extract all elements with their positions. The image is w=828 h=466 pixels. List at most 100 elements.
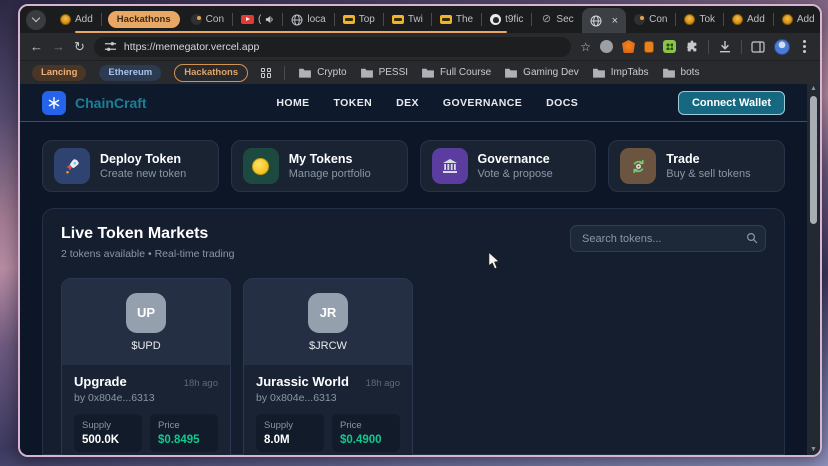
- bookmark-group-ethereum[interactable]: Ethereum: [99, 65, 161, 81]
- tab-separator: [334, 13, 335, 26]
- profile-avatar[interactable]: [774, 39, 790, 55]
- action-title: Governance: [478, 152, 553, 166]
- browser-tab[interactable]: (: [236, 9, 279, 31]
- browser-tab[interactable]: Twi: [387, 9, 428, 31]
- my-tokens-card[interactable]: My Tokens Manage portfolio: [231, 140, 408, 192]
- site-info-icon[interactable]: [104, 40, 117, 53]
- coin-icon: [243, 148, 279, 184]
- gray-extension-icon: [600, 40, 613, 53]
- gold-crest-favicon: [732, 14, 743, 25]
- nav-dex[interactable]: DEX: [396, 97, 419, 109]
- nav-token[interactable]: TOKEN: [334, 97, 373, 109]
- folder-icon: [360, 67, 374, 78]
- exchange-icon: [620, 148, 656, 184]
- toolbar-divider: [741, 40, 742, 54]
- folder-icon: [592, 67, 606, 78]
- token-name: Jurassic World: [256, 374, 349, 389]
- extension-icon[interactable]: [644, 41, 654, 53]
- deploy-token-card[interactable]: Deploy Token Create new token: [42, 140, 219, 192]
- tab-separator: [383, 13, 384, 26]
- trade-card[interactable]: Trade Buy & sell tokens: [608, 140, 785, 192]
- site-header: ChainCraft HOME TOKEN DEX GOVERNANCE DOC…: [20, 84, 807, 122]
- apps-grid-icon[interactable]: [261, 68, 271, 78]
- address-bar[interactable]: https://memegator.vercel.app: [94, 37, 571, 57]
- tab-separator: [282, 13, 283, 26]
- markets-title: Live Token Markets: [61, 225, 235, 243]
- token-name: Upgrade: [74, 374, 127, 389]
- page-scrollbar[interactable]: ▲ ▼: [807, 84, 820, 455]
- folder-icon: [421, 67, 435, 78]
- browser-window: Add Hackathons Con ( loca To: [18, 4, 822, 457]
- bookmark-group-lancing[interactable]: Lancing: [32, 65, 86, 81]
- browser-tab[interactable]: Top: [338, 9, 380, 31]
- governance-card[interactable]: Governance Vote & propose: [420, 140, 597, 192]
- fox-icon: [622, 40, 635, 53]
- browser-tab[interactable]: ⊘ Sec: [535, 9, 578, 31]
- tab-search-button[interactable]: [26, 10, 46, 30]
- bookmarks-bar: Lancing Ethereum Hackathons Crypto PESSI…: [20, 60, 820, 84]
- folder-icon: [504, 67, 518, 78]
- browser-tab[interactable]: loca: [286, 9, 330, 31]
- bookmark-folder-pessi[interactable]: PESSI: [360, 67, 408, 78]
- nav-governance[interactable]: GOVERNANCE: [443, 97, 522, 109]
- active-tab[interactable]: ×: [582, 8, 626, 33]
- tab-separator: [531, 13, 532, 26]
- bookmark-folder-full-course[interactable]: Full Course: [421, 67, 491, 78]
- extension-icon[interactable]: [600, 40, 613, 53]
- scroll-up-icon[interactable]: ▲: [810, 84, 817, 94]
- gold-crest-favicon: [60, 14, 71, 25]
- nav-home[interactable]: HOME: [276, 97, 309, 109]
- brand-name[interactable]: ChainCraft: [75, 95, 147, 111]
- bookmark-folder-gaming-dev[interactable]: Gaming Dev: [504, 67, 579, 78]
- chevron-down-icon: [32, 14, 40, 22]
- token-creator: by 0x804e...6313: [74, 392, 218, 404]
- browser-menu-icon[interactable]: [803, 45, 806, 48]
- token-avatar: JR: [308, 293, 348, 333]
- reload-icon[interactable]: ↻: [74, 40, 85, 53]
- action-title: My Tokens: [289, 152, 371, 166]
- downloads-icon[interactable]: [718, 40, 732, 54]
- action-title: Deploy Token: [100, 152, 186, 166]
- tab-separator: [675, 13, 676, 26]
- scrollbar-thumb[interactable]: [810, 96, 817, 224]
- metamask-icon[interactable]: [622, 40, 635, 53]
- bookmark-folder-crypto[interactable]: Crypto: [298, 67, 346, 78]
- forward-icon[interactable]: →: [52, 40, 65, 53]
- site-nav: HOME TOKEN DEX GOVERNANCE DOCS: [246, 97, 578, 109]
- bookmark-group-hackathons[interactable]: Hackathons: [174, 64, 248, 82]
- browser-tab[interactable]: Add: [727, 9, 770, 31]
- tab-group-label[interactable]: Hackathons: [108, 11, 180, 28]
- token-avatar: UP: [126, 293, 166, 333]
- extensions-puzzle-icon[interactable]: [685, 40, 699, 54]
- close-tab-icon[interactable]: ×: [612, 15, 618, 27]
- browser-tab[interactable]: Add: [777, 9, 820, 31]
- browser-tab[interactable]: Add: [55, 9, 98, 31]
- action-title: Trade: [666, 152, 750, 166]
- tab-separator: [723, 13, 724, 26]
- bookmark-folder-bots[interactable]: bots: [662, 67, 700, 78]
- browser-tab[interactable]: Con: [629, 9, 672, 31]
- extension-icon[interactable]: [663, 40, 676, 53]
- side-panel-icon[interactable]: [751, 40, 765, 54]
- browser-tab[interactable]: Tok: [679, 9, 720, 31]
- browser-toolbar: ← → ↻ https://memegator.vercel.app ☆: [20, 33, 820, 60]
- chaincraft-logo-icon[interactable]: [42, 91, 66, 115]
- token-age: 18h ago: [366, 378, 400, 389]
- nav-docs[interactable]: DOCS: [546, 97, 578, 109]
- back-icon[interactable]: ←: [30, 40, 43, 53]
- browser-tab[interactable]: The: [435, 9, 478, 31]
- connect-wallet-button[interactable]: Connect Wallet: [678, 91, 785, 115]
- supply-stat: Supply 500.0K: [74, 414, 142, 452]
- rocket-icon: [54, 148, 90, 184]
- scroll-down-icon[interactable]: ▼: [810, 445, 817, 455]
- bookmark-star-icon[interactable]: ☆: [580, 40, 591, 54]
- token-ticker: $UPD: [131, 340, 160, 352]
- audio-speaker-icon: [265, 15, 274, 24]
- bookmark-folder-imptabs[interactable]: ImpTabs: [592, 67, 649, 78]
- browser-tab[interactable]: Con: [186, 9, 229, 31]
- search-tokens-input[interactable]: [570, 225, 766, 252]
- tab-separator: [773, 13, 774, 26]
- browser-tab[interactable]: t9fic: [485, 9, 528, 31]
- tab-separator: [481, 13, 482, 26]
- crescent-favicon: [191, 14, 202, 25]
